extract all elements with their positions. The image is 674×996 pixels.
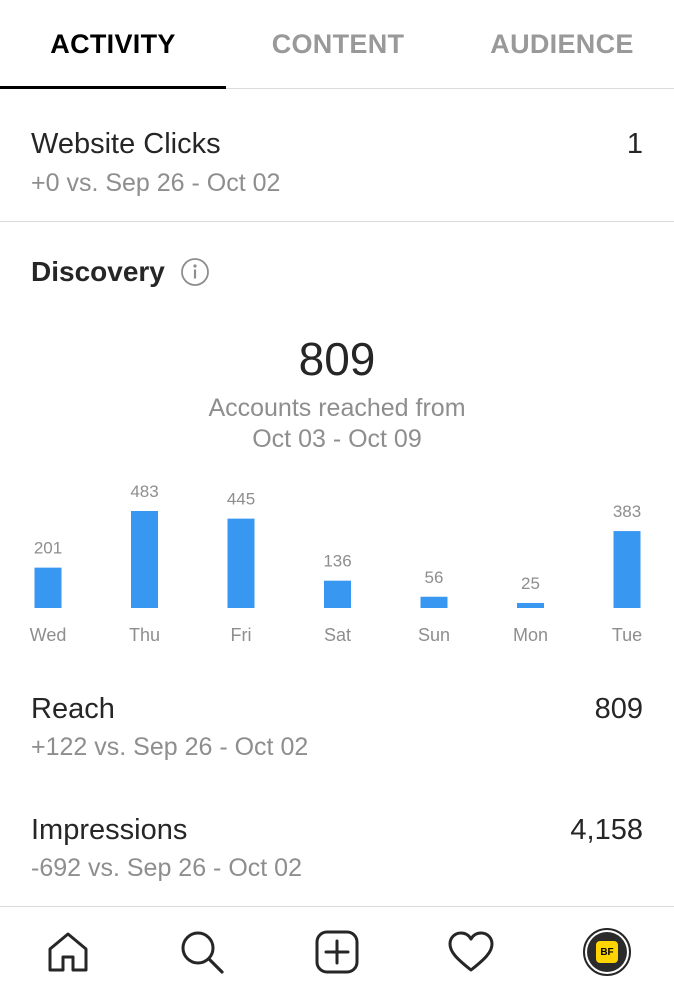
- new-post-icon: [315, 930, 359, 974]
- bar-category-label: Sat: [324, 625, 351, 645]
- heart-icon: [448, 931, 494, 972]
- bar-value-label: 383: [613, 502, 641, 521]
- bar-value-label: 201: [34, 539, 62, 558]
- impressions-value: 4,158: [570, 814, 643, 846]
- bar-category-label: Fri: [231, 625, 252, 645]
- avatar-image: BF: [587, 932, 627, 972]
- bar-wed: [34, 567, 62, 608]
- bar-sun: [420, 596, 448, 608]
- accounts-reached-caption: Accounts reached from: [208, 394, 466, 422]
- bar-category-label: Sun: [418, 625, 450, 645]
- nav-new-post[interactable]: [312, 927, 362, 977]
- bar-category-label: Mon: [513, 625, 548, 645]
- nav-profile[interactable]: BF: [582, 927, 632, 977]
- nav-home[interactable]: [43, 927, 93, 977]
- impressions-title: Impressions: [31, 814, 188, 846]
- bar-fri: [227, 518, 255, 608]
- bar-mon: [517, 602, 544, 608]
- tab-activity[interactable]: ACTIVITY: [0, 0, 226, 89]
- active-tab-indicator: [0, 86, 226, 89]
- home-icon: [48, 932, 88, 972]
- nav-activity[interactable]: [446, 927, 496, 977]
- bar-tue: [613, 531, 641, 608]
- reach-title: Reach: [31, 693, 115, 725]
- bar-thu: [131, 511, 158, 608]
- profile-avatar: BF: [583, 928, 631, 976]
- tab-content[interactable]: CONTENT: [226, 0, 450, 89]
- info-icon[interactable]: [180, 257, 210, 287]
- accounts-reached-bar-chart: 201 Wed 483 Thu 445 Fri 136 Sat 56 Sun 25 Mon 383 Tue: [30, 482, 643, 645]
- tab-audience[interactable]: AUDIENCE: [450, 0, 674, 89]
- bar-value-label: 483: [130, 482, 158, 501]
- reach-comparison: +122 vs. Sep 26 - Oct 02: [31, 733, 309, 761]
- website-clicks-comparison: +0 vs. Sep 26 - Oct 02: [31, 169, 281, 197]
- bottom-navigation: BF: [0, 906, 674, 996]
- avatar-initials: BF: [596, 941, 618, 963]
- bar-category-label: Wed: [30, 625, 67, 645]
- reach-value: 809: [594, 693, 643, 725]
- bar-value-label: 56: [425, 568, 444, 587]
- accounts-reached-total: 809: [298, 333, 376, 385]
- nav-search[interactable]: [177, 927, 227, 977]
- bar-value-label: 25: [521, 574, 540, 593]
- bar-category-label: Thu: [129, 625, 160, 645]
- website-clicks-value: 1: [626, 128, 643, 160]
- bar-category-label: Tue: [612, 625, 642, 645]
- discovery-title: Discovery: [31, 256, 165, 287]
- insights-tabs: ACTIVITY CONTENT AUDIENCE: [0, 0, 674, 89]
- section-divider: [0, 221, 674, 222]
- bar-value-label: 136: [323, 552, 351, 571]
- impressions-comparison: -692 vs. Sep 26 - Oct 02: [31, 854, 302, 882]
- search-icon: [181, 931, 224, 974]
- accounts-reached-range: Oct 03 - Oct 09: [252, 425, 422, 453]
- website-clicks-title: Website Clicks: [31, 128, 221, 160]
- bar-sat: [324, 580, 351, 608]
- bar-value-label: 445: [227, 490, 255, 509]
